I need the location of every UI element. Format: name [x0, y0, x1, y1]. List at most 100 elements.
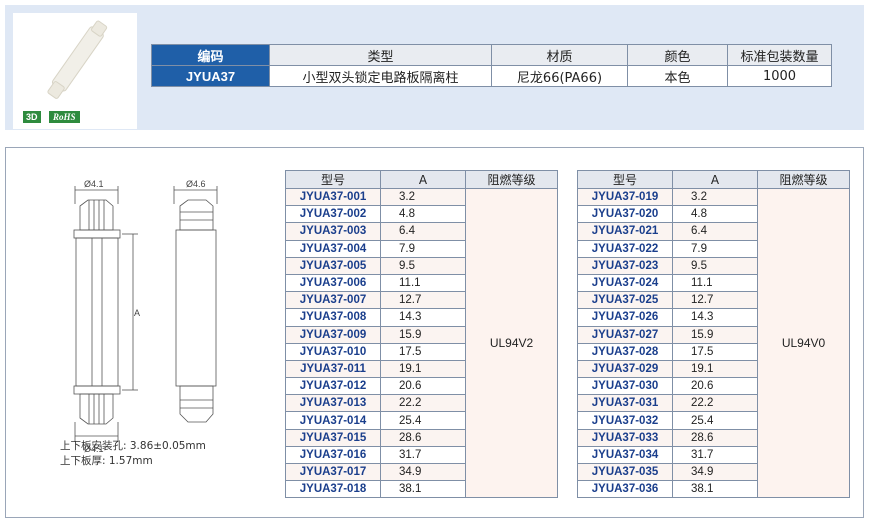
part-code: JYUA37-022 — [577, 239, 673, 258]
flame-grade: UL94V2 — [465, 187, 558, 499]
dim-length: A — [134, 308, 140, 318]
part-length-a: 4.8 — [380, 205, 466, 224]
part-code: JYUA37-027 — [577, 325, 673, 344]
part-length-a: 14.3 — [380, 308, 466, 327]
part-length-a: 34.9 — [672, 462, 758, 482]
part-length-a: 20.6 — [672, 377, 758, 396]
part-code: JYUA37-002 — [285, 205, 381, 224]
part-length-a: 25.4 — [672, 411, 758, 430]
parts-header-a: A — [672, 170, 758, 189]
spec-material: 尼龙66(PA66) — [491, 65, 628, 87]
spec-detail-panel: Ø4.1 Ø4.1 A Ø4.6 上下板安装孔: 3.86±0.05mm 上下板… — [5, 147, 864, 518]
part-length-a: 14.3 — [672, 308, 758, 327]
part-code: JYUA37-001 — [285, 187, 381, 207]
rohs-badge: RoHS — [49, 111, 80, 123]
part-code: JYUA37-008 — [285, 308, 381, 327]
spec-header-color: 颜色 — [627, 44, 728, 66]
part-length-a: 17.5 — [380, 342, 466, 361]
part-length-a: 17.5 — [672, 342, 758, 361]
spec-data-row: JYUA37 小型双头锁定电路板隔离柱 尼龙66(PA66) 本色 1000 — [151, 65, 832, 87]
part-code: JYUA37-030 — [577, 377, 673, 396]
part-code: JYUA37-014 — [285, 411, 381, 430]
spec-table: 编码 类型 材质 颜色 标准包装数量 JYUA37 小型双头锁定电路板隔离柱 尼… — [151, 44, 832, 87]
part-code: JYUA37-011 — [285, 359, 381, 379]
part-code: JYUA37-024 — [577, 273, 673, 293]
part-code: JYUA37-025 — [577, 291, 673, 310]
part-length-a: 3.2 — [672, 187, 758, 207]
part-code: JYUA37-007 — [285, 291, 381, 310]
part-length-a: 19.1 — [672, 359, 758, 379]
product-photo: 3D RoHS — [13, 13, 137, 129]
part-length-a: 25.4 — [380, 411, 466, 430]
part-length-a: 9.5 — [380, 256, 466, 275]
spec-header-code: 编码 — [151, 44, 270, 66]
part-code: JYUA37-017 — [285, 462, 381, 482]
dim-top-right: Ø4.6 — [186, 179, 206, 189]
part-length-a: 20.6 — [380, 377, 466, 396]
part-code: JYUA37-005 — [285, 256, 381, 275]
part-length-a: 22.2 — [380, 394, 466, 413]
part-length-a: 28.6 — [672, 428, 758, 447]
technical-drawing: Ø4.1 Ø4.1 A Ø4.6 — [16, 178, 256, 468]
part-code: JYUA37-016 — [285, 445, 381, 465]
part-length-a: 9.5 — [672, 256, 758, 275]
parts-header-model: 型号 — [285, 170, 381, 189]
spec-header-type: 类型 — [269, 44, 492, 66]
note-thickness: 上下板厚: 1.57mm — [60, 455, 153, 467]
part-code: JYUA37-019 — [577, 187, 673, 207]
part-length-a: 28.6 — [380, 428, 466, 447]
parts-header-row: 型号 A 阻燃等级 — [577, 170, 850, 189]
spec-code: JYUA37 — [151, 65, 270, 87]
part-code: JYUA37-015 — [285, 428, 381, 447]
parts-header-model: 型号 — [577, 170, 673, 189]
flame-grade: UL94V0 — [757, 187, 850, 499]
part-length-a: 15.9 — [380, 325, 466, 344]
part-length-a: 3.2 — [380, 187, 466, 207]
parts-header-grade: 阻燃等级 — [757, 170, 850, 189]
part-code: JYUA37-026 — [577, 308, 673, 327]
table-row: JYUA37-019 3.2 UL94V0 — [577, 187, 850, 499]
part-length-a: 12.7 — [380, 291, 466, 310]
part-code: JYUA37-018 — [285, 480, 381, 499]
part-length-a: 38.1 — [380, 480, 466, 499]
spec-package: 1000 — [727, 65, 832, 87]
part-length-a: 12.7 — [672, 291, 758, 310]
spec-header-material: 材质 — [491, 44, 628, 66]
part-code: JYUA37-032 — [577, 411, 673, 430]
part-code: JYUA37-023 — [577, 256, 673, 275]
part-code: JYUA37-034 — [577, 445, 673, 465]
part-code: JYUA37-006 — [285, 273, 381, 293]
part-length-a: 6.4 — [380, 222, 466, 241]
part-code: JYUA37-009 — [285, 325, 381, 344]
parts-table-left: 型号 A 阻燃等级 JYUA37-001 3.2 UL94V2 JYUA37-002 4.8 J… — [285, 170, 558, 499]
part-code: JYUA37-003 — [285, 222, 381, 241]
part-code: JYUA37-020 — [577, 205, 673, 224]
part-length-a: 38.1 — [672, 480, 758, 499]
table-row: JYUA37-001 3.2 UL94V2 — [285, 187, 558, 499]
part-length-a: 22.2 — [672, 394, 758, 413]
part-code: JYUA37-010 — [285, 342, 381, 361]
part-code: JYUA37-031 — [577, 394, 673, 413]
part-code: JYUA37-021 — [577, 222, 673, 241]
part-code: JYUA37-033 — [577, 428, 673, 447]
part-code: JYUA37-036 — [577, 480, 673, 499]
spec-type: 小型双头锁定电路板隔离柱 — [269, 65, 492, 87]
part-code: JYUA37-035 — [577, 462, 673, 482]
spec-header-row: 编码 类型 材质 颜色 标准包装数量 — [151, 44, 832, 66]
part-code: JYUA37-029 — [577, 359, 673, 379]
part-length-a: 15.9 — [672, 325, 758, 344]
spec-color: 本色 — [627, 65, 728, 87]
3d-badge: 3D — [23, 111, 41, 123]
spec-header-package: 标准包装数量 — [727, 44, 832, 66]
part-length-a: 34.9 — [380, 462, 466, 482]
part-length-a: 31.7 — [380, 445, 466, 465]
part-code: JYUA37-013 — [285, 394, 381, 413]
dim-top-left: Ø4.1 — [84, 179, 104, 189]
part-length-a: 19.1 — [380, 359, 466, 379]
parts-header-grade: 阻燃等级 — [465, 170, 558, 189]
part-code: JYUA37-012 — [285, 377, 381, 396]
part-length-a: 11.1 — [380, 273, 466, 293]
part-length-a: 6.4 — [672, 222, 758, 241]
note-hole: 上下板安装孔: 3.86±0.05mm — [60, 440, 206, 452]
parts-table-right: 型号 A 阻燃等级 JYUA37-019 3.2 UL94V0 JYUA37-020 4.8 J… — [577, 170, 850, 499]
